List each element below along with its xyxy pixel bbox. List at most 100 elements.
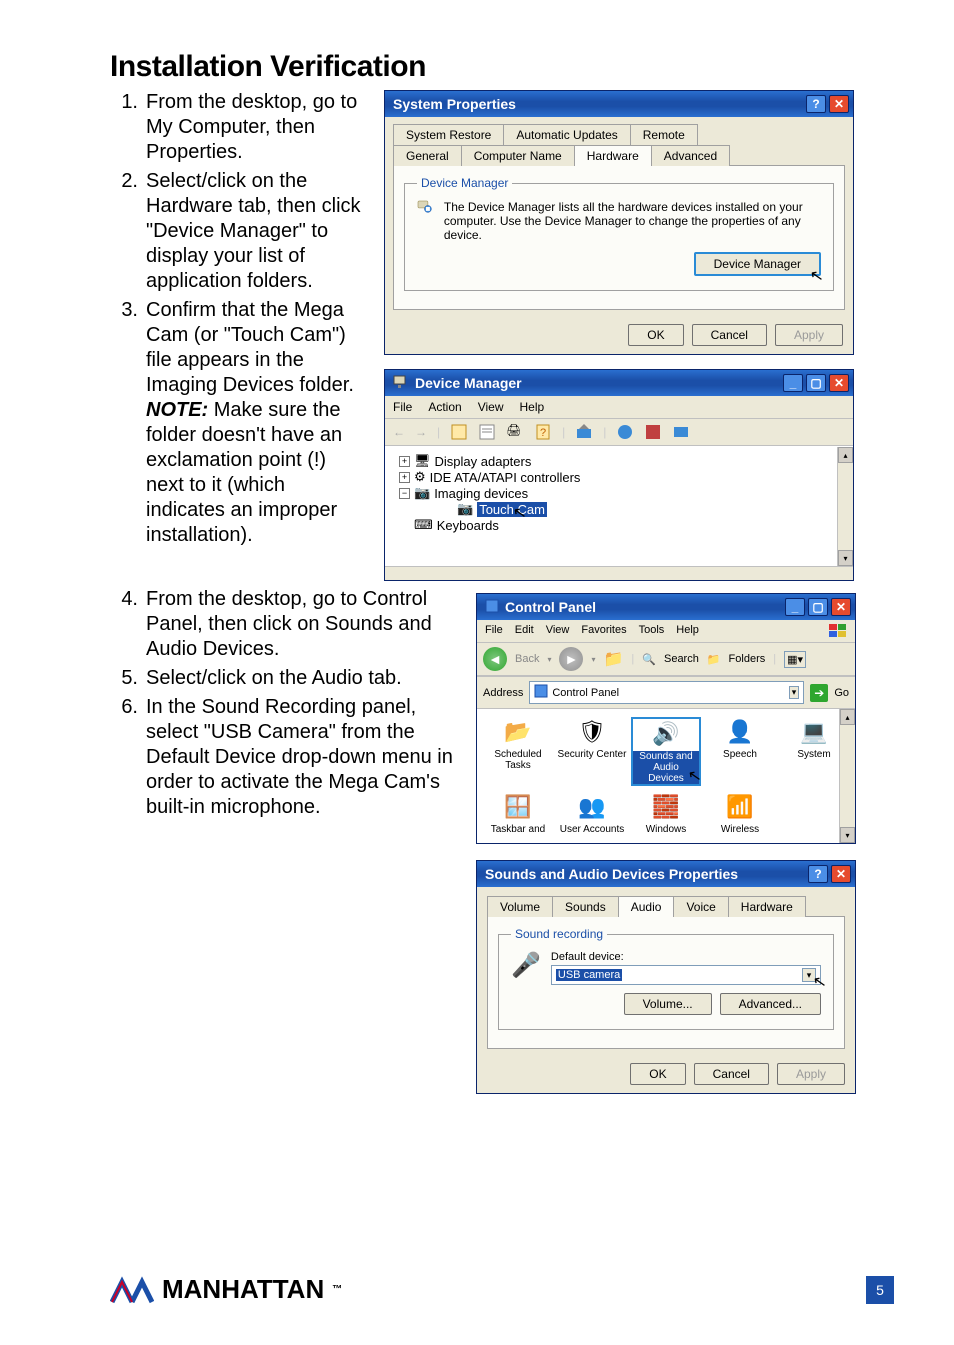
window-sounds-audio: Sounds and Audio Devices Properties ? ✕ … xyxy=(476,860,856,1094)
properties-icon[interactable] xyxy=(478,423,496,441)
toolbar-icon[interactable] xyxy=(672,423,690,441)
go-button[interactable]: ➔ xyxy=(810,684,828,702)
tab-row-2: General Computer Name Hardware Advanced xyxy=(385,144,853,165)
collapse-icon[interactable]: − xyxy=(399,488,410,499)
scrollbar[interactable]: ▴ ▾ xyxy=(837,447,853,566)
scroll-up-icon[interactable]: ▴ xyxy=(838,447,853,463)
cp-icon-speech[interactable]: 👤Speech xyxy=(705,717,775,786)
menu-help[interactable]: Help xyxy=(520,400,545,414)
advanced-button[interactable]: Advanced... xyxy=(720,993,821,1015)
device-manager-button[interactable]: Device Manager xyxy=(694,252,821,276)
cp-icon-sounds-audio[interactable]: 🔊Sounds and Audio Devices↖ xyxy=(631,717,701,786)
menu-help[interactable]: Help xyxy=(676,624,699,638)
print-icon[interactable]: 🖨 xyxy=(506,423,524,441)
maximize-icon[interactable]: ▢ xyxy=(808,598,828,616)
default-device-select[interactable]: USB camera ▾ ↖ xyxy=(551,965,821,985)
menu-file[interactable]: File xyxy=(393,400,412,414)
tab-general[interactable]: General xyxy=(393,145,462,166)
cp-icon-wireless[interactable]: 📶Wireless xyxy=(705,792,775,835)
menu-edit[interactable]: Edit xyxy=(515,624,534,638)
scan-icon[interactable] xyxy=(575,423,593,441)
menu-file[interactable]: File xyxy=(485,624,503,638)
back-arrow-icon[interactable]: ← xyxy=(393,425,405,439)
ide-controller-icon: ⚙ xyxy=(414,469,426,485)
titlebar[interactable]: Sounds and Audio Devices Properties ? ✕ xyxy=(477,861,855,887)
cancel-button[interactable]: Cancel xyxy=(692,324,767,346)
tab-remote[interactable]: Remote xyxy=(630,124,698,145)
step-1: 1.From the desktop, go to My Computer, t… xyxy=(116,90,368,165)
menu-action[interactable]: Action xyxy=(428,400,461,414)
control-panel-icon xyxy=(485,599,499,616)
help-icon[interactable]: ? xyxy=(806,95,826,113)
tab-advanced[interactable]: Advanced xyxy=(651,145,730,166)
forward-arrow-icon[interactable]: → xyxy=(415,425,427,439)
address-input[interactable]: Control Panel ▾ xyxy=(529,681,804,704)
forward-button[interactable]: ► xyxy=(559,647,583,671)
tab-hardware[interactable]: Hardware xyxy=(728,896,806,917)
touch-cam-item[interactable]: Touch Cam xyxy=(477,502,547,517)
toolbar-icon[interactable] xyxy=(616,423,634,441)
chevron-down-icon[interactable]: ▾ xyxy=(789,686,800,699)
group-sound-recording: Sound recording 🎤 Default device: USB ca… xyxy=(498,927,834,1030)
toolbar-icon[interactable] xyxy=(450,423,468,441)
volume-button[interactable]: Volume... xyxy=(624,993,712,1015)
minimize-icon[interactable]: _ xyxy=(785,598,805,616)
apply-button[interactable]: Apply xyxy=(777,1063,845,1085)
close-icon[interactable]: ✕ xyxy=(829,95,849,113)
expand-icon[interactable]: + xyxy=(399,456,410,467)
tab-hardware[interactable]: Hardware xyxy=(574,145,652,166)
tab-system-restore[interactable]: System Restore xyxy=(393,124,504,145)
device-tree[interactable]: +🖥Display adapters +⚙IDE ATA/ATAPI contr… xyxy=(385,446,853,566)
up-folder-icon[interactable]: 📁 xyxy=(604,649,624,669)
tab-row: Volume Sounds Audio Voice Hardware xyxy=(477,887,855,916)
ok-button[interactable]: OK xyxy=(628,324,683,346)
scroll-up-icon[interactable]: ▴ xyxy=(840,709,855,725)
toolbar: ← → | 🖨 ? | | xyxy=(385,419,853,446)
scroll-down-icon[interactable]: ▾ xyxy=(838,550,853,566)
close-icon[interactable]: ✕ xyxy=(829,374,849,392)
ok-button[interactable]: OK xyxy=(630,1063,685,1085)
folders-icon[interactable]: 📁 xyxy=(707,653,721,666)
tab-computer-name[interactable]: Computer Name xyxy=(461,145,575,166)
cp-icon-user-accounts[interactable]: 👥User Accounts xyxy=(557,792,627,835)
close-icon[interactable]: ✕ xyxy=(831,865,851,883)
tab-volume[interactable]: Volume xyxy=(487,896,553,917)
window-title: System Properties xyxy=(393,96,516,112)
close-icon[interactable]: ✕ xyxy=(831,598,851,616)
window-title: Sounds and Audio Devices Properties xyxy=(485,866,738,882)
back-button[interactable]: ◄ xyxy=(483,647,507,671)
scrollbar[interactable]: ▴ ▾ xyxy=(839,709,855,843)
menu-view[interactable]: View xyxy=(546,624,570,638)
toolbar-icon[interactable] xyxy=(644,423,662,441)
help-icon[interactable]: ? xyxy=(808,865,828,883)
apply-button[interactable]: Apply xyxy=(775,324,843,346)
expand-icon[interactable]: + xyxy=(399,472,410,483)
tab-sounds[interactable]: Sounds xyxy=(552,896,619,917)
views-icon[interactable]: ▦▾ xyxy=(784,651,806,668)
titlebar[interactable]: Control Panel _ ▢ ✕ xyxy=(477,594,855,620)
tab-automatic-updates[interactable]: Automatic Updates xyxy=(503,124,630,145)
menubar: File Action View Help xyxy=(385,396,853,419)
keyboard-icon: ⌨ xyxy=(414,517,433,533)
tab-audio[interactable]: Audio xyxy=(618,896,675,917)
cp-icon-taskbar[interactable]: 🪟Taskbar and xyxy=(483,792,553,835)
menu-view[interactable]: View xyxy=(478,400,504,414)
cp-icon-scheduled-tasks[interactable]: 📂Scheduled Tasks xyxy=(483,717,553,786)
search-icon[interactable]: 🔍 xyxy=(642,653,656,666)
tab-row-1: System Restore Automatic Updates Remote xyxy=(385,117,853,144)
cp-icon-windows[interactable]: 🧱Windows xyxy=(631,792,701,835)
scroll-down-icon[interactable]: ▾ xyxy=(840,827,855,843)
titlebar[interactable]: System Properties ? ✕ xyxy=(385,91,853,117)
menu-favorites[interactable]: Favorites xyxy=(581,624,626,638)
maximize-icon[interactable]: ▢ xyxy=(806,374,826,392)
help-toolbar-icon[interactable]: ? xyxy=(534,423,552,441)
titlebar[interactable]: Device Manager _ ▢ ✕ xyxy=(385,370,853,396)
camera-icon: 📷 xyxy=(457,501,473,517)
menu-tools[interactable]: Tools xyxy=(639,624,665,638)
cancel-button[interactable]: Cancel xyxy=(694,1063,769,1085)
chevron-down-icon[interactable]: ▾ xyxy=(802,968,816,982)
tab-voice[interactable]: Voice xyxy=(673,896,728,917)
cp-icon-security-center[interactable]: 🛡Security Center xyxy=(557,717,627,786)
minimize-icon[interactable]: _ xyxy=(783,374,803,392)
window-device-manager: Device Manager _ ▢ ✕ File Action View He… xyxy=(384,369,854,581)
